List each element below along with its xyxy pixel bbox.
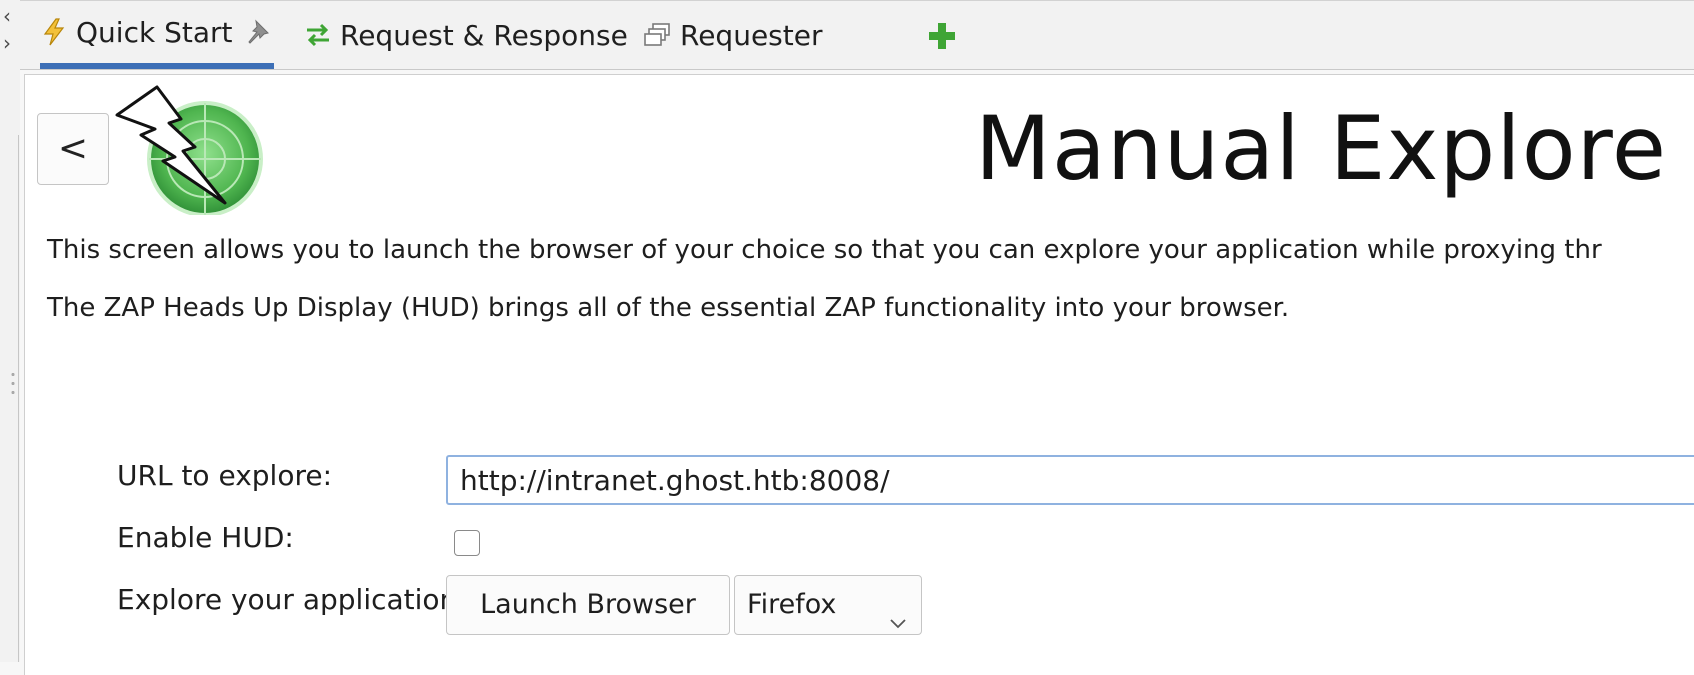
description-text: This screen allows you to launch the bro… [47,235,1602,265]
chevron-down-icon [889,596,907,629]
tab-label: Quick Start [76,15,233,49]
tab-requester[interactable]: Requester [644,1,822,69]
tab-request-response[interactable]: Request & Response [304,1,628,69]
url-input[interactable] [446,455,1694,505]
chevron-right-icon[interactable]: › [3,33,11,53]
tab-label: Requester [680,18,823,52]
resize-grip[interactable] [10,370,16,400]
hud-label: Enable HUD: [117,521,294,554]
swap-arrows-icon [304,21,332,49]
window-stack-icon [644,21,672,49]
chevron-left-icon[interactable]: ‹ [3,6,11,26]
tab-quick-start[interactable]: Quick Start [40,1,275,69]
launch-browser-button[interactable]: Launch Browser [446,575,730,635]
browser-select[interactable]: Firefox [734,575,922,635]
zap-logo-icon [113,85,263,217]
plus-icon[interactable] [925,19,959,53]
tab-label: Request & Response [340,18,628,52]
page-title: Manual Explore [975,97,1667,200]
hud-description-text: The ZAP Heads Up Display (HUD) brings al… [47,293,1290,323]
explore-label: Explore your application: [117,583,467,616]
tab-bar: Quick Start Request & Response Requester [20,0,1694,70]
divider [18,135,19,662]
url-label: URL to explore: [117,459,333,492]
browser-select-value: Firefox [747,589,837,620]
back-button[interactable]: < [37,113,109,185]
pin-icon[interactable] [244,17,274,47]
side-collapse-strip: ‹ › [0,0,20,662]
lightning-icon [40,18,68,46]
enable-hud-checkbox[interactable] [454,530,480,556]
